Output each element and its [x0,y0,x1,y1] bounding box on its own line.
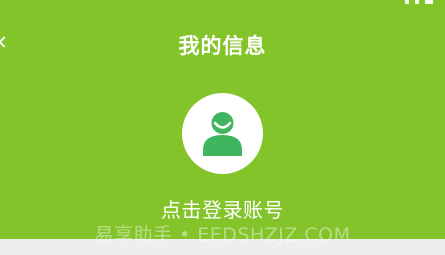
watermark: 易享助手 • EEDSHZJZ.COM [94,224,351,246]
battery-icon [425,0,433,4]
status-bar: ʼʼʼ [0,0,445,8]
status-icons [405,0,433,4]
user-avatar-icon [203,112,242,156]
wifi-icon [415,0,419,4]
page-title: 我的信息 [178,34,267,58]
login-prompt[interactable]: 点击登录账号 [0,194,445,223]
status-time: ʼʼʼ [4,0,22,6]
signal-icon [405,0,409,4]
avatar[interactable] [182,93,263,174]
